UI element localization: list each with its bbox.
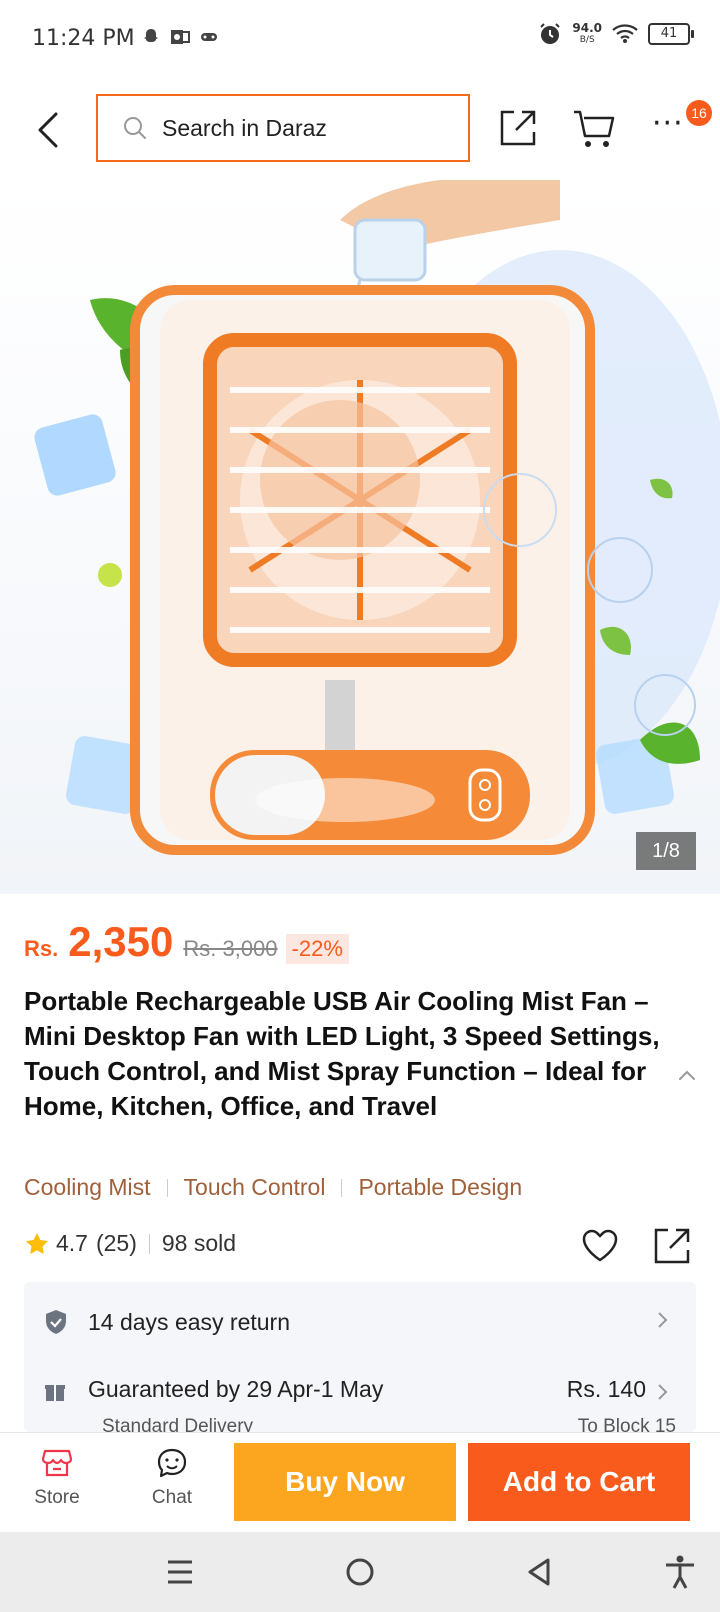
- product-image-gallery[interactable]: 1/8: [0, 180, 720, 894]
- wifi-icon: [612, 24, 638, 43]
- sold-count: 98 sold: [161, 1230, 237, 1256]
- buy-now-button[interactable]: Buy Now: [234, 1443, 456, 1521]
- top-header: Search in Daraz ··· 16: [0, 80, 720, 180]
- discount-badge: -22%: [285, 934, 349, 964]
- store-label: Store: [34, 1487, 80, 1508]
- status-time: 11:24 PM: [32, 26, 135, 51]
- price-currency: Rs.: [24, 936, 59, 961]
- network-speed: 94.0 B/S: [572, 21, 602, 45]
- accessibility-icon[interactable]: [660, 1552, 700, 1592]
- tag-divider: [341, 1178, 343, 1197]
- search-placeholder: Search in Daraz: [162, 114, 327, 141]
- current-price: 2,350: [68, 918, 174, 965]
- tag-touch-control[interactable]: Touch Control: [184, 1174, 326, 1201]
- return-policy-text: 14 days easy return: [88, 1308, 291, 1335]
- shield-check-icon: [46, 1310, 66, 1334]
- bottom-action-bar: Store Chat Buy Now Add to Cart: [0, 1432, 720, 1532]
- battery-indicator: 41: [648, 23, 694, 45]
- heart-icon[interactable]: [580, 1226, 620, 1266]
- delivery-location: To Block 15: [577, 1416, 676, 1432]
- share-icon[interactable]: [652, 1226, 692, 1266]
- back-arrow-icon[interactable]: [30, 108, 70, 152]
- product-title: Portable Rechargeable USB Air Cooling Mi…: [24, 986, 660, 1121]
- image-counter: 1/8: [636, 832, 696, 870]
- feature-tags: Cooling Mist Touch Control Portable Desi…: [24, 1174, 522, 1201]
- search-icon: [124, 117, 146, 139]
- notification-icons: [142, 28, 218, 46]
- delivery-fee: Rs. 140: [566, 1376, 646, 1402]
- chevron-right-icon: [658, 1384, 668, 1400]
- delivery-date: Guaranteed by 29 Apr-1 May: [88, 1376, 384, 1402]
- star-icon: [26, 1232, 48, 1254]
- tag-portable-design[interactable]: Portable Design: [358, 1174, 522, 1201]
- return-policy-row[interactable]: 14 days easy return: [44, 1302, 676, 1342]
- chevron-up-icon[interactable]: [676, 1066, 698, 1084]
- back-triangle-icon[interactable]: [520, 1552, 560, 1592]
- rating-value: 4.7: [56, 1230, 88, 1256]
- chat-button[interactable]: Chat: [136, 1447, 208, 1521]
- menu-icon[interactable]: [160, 1552, 200, 1592]
- package-icon: [45, 1385, 65, 1401]
- store-icon: [41, 1449, 73, 1477]
- delivery-row[interactable]: Guaranteed by 29 Apr-1 May Rs. 140: [44, 1372, 676, 1412]
- store-button[interactable]: Store: [22, 1447, 92, 1521]
- status-bar: 11:24 PM 94.0 B/S 41: [0, 0, 720, 80]
- system-icons: 94.0 B/S 41: [538, 21, 694, 46]
- original-price: Rs. 3,000: [183, 936, 278, 961]
- add-to-cart-button[interactable]: Add to Cart: [468, 1443, 690, 1521]
- chat-icon: [157, 1448, 187, 1478]
- system-nav-bar: [0, 1532, 720, 1612]
- alarm-icon: [540, 23, 561, 44]
- service-info-panel: 14 days easy return Guaranteed by 29 Apr…: [24, 1282, 696, 1432]
- price-row: Rs. 2,350 Rs. 3,000 -22%: [24, 918, 349, 966]
- share-icon[interactable]: [498, 108, 538, 148]
- cart-count-badge: 16: [686, 100, 712, 126]
- search-input[interactable]: Search in Daraz: [96, 94, 470, 162]
- delivery-type: Standard Delivery: [102, 1416, 254, 1432]
- tag-divider: [166, 1178, 168, 1197]
- product-photo: [34, 180, 720, 855]
- rating-row[interactable]: 4.7 (25) 98 sold: [24, 1230, 236, 1257]
- chat-label: Chat: [151, 1487, 193, 1508]
- chevron-right-icon: [658, 1312, 668, 1328]
- snapchat-icon: [144, 29, 158, 42]
- rating-count: (25): [95, 1230, 137, 1256]
- cart-icon[interactable]: [572, 108, 616, 150]
- outlook-icon: [171, 30, 190, 44]
- tag-cooling-mist[interactable]: Cooling Mist: [24, 1174, 151, 1201]
- rating-divider: [148, 1233, 150, 1254]
- gamepad-icon: [201, 33, 217, 41]
- home-icon[interactable]: [340, 1552, 380, 1592]
